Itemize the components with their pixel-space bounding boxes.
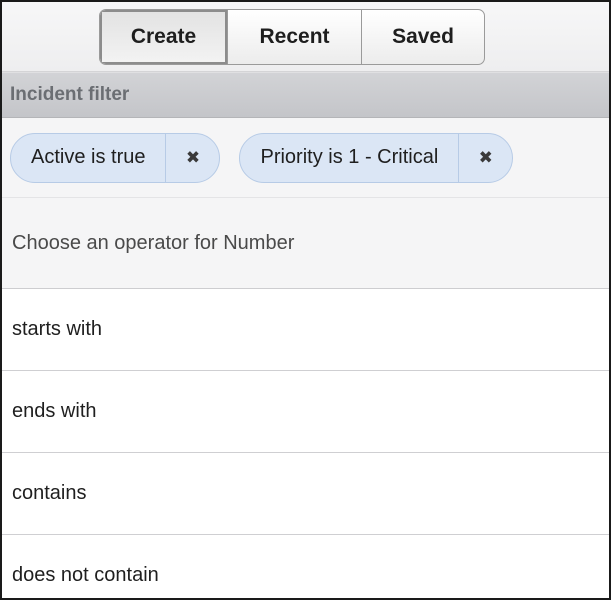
filter-section-header: Incident filter — [2, 72, 609, 118]
operator-list-title: Choose an operator for Number — [2, 197, 609, 289]
close-icon[interactable]: ✖ — [459, 134, 512, 182]
filter-chip[interactable]: Priority is 1 - Critical ✖ — [239, 132, 514, 183]
filter-chips-row: Active is true ✖ Priority is 1 - Critica… — [2, 118, 609, 197]
tab-saved[interactable]: Saved — [362, 10, 484, 64]
filter-chip-label[interactable]: Active is true — [11, 133, 167, 182]
tab-segmented-control: Create Recent Saved — [99, 8, 485, 65]
top-toolbar: Create Recent Saved — [2, 2, 609, 72]
app-window: Create Recent Saved Incident filter Acti… — [0, 0, 611, 600]
operator-option-contains[interactable]: contains — [2, 453, 609, 535]
operator-option-does-not-contain[interactable]: does not contain — [2, 535, 609, 598]
tab-create[interactable]: Create — [100, 9, 228, 64]
operator-option-ends-with[interactable]: ends with — [2, 371, 609, 453]
close-icon[interactable]: ✖ — [166, 134, 219, 182]
filter-chip-label[interactable]: Priority is 1 - Critical — [240, 133, 460, 182]
operator-option-starts-with[interactable]: starts with — [2, 289, 609, 371]
filter-chip[interactable]: Active is true ✖ — [10, 132, 221, 183]
tab-recent[interactable]: Recent — [228, 9, 362, 64]
